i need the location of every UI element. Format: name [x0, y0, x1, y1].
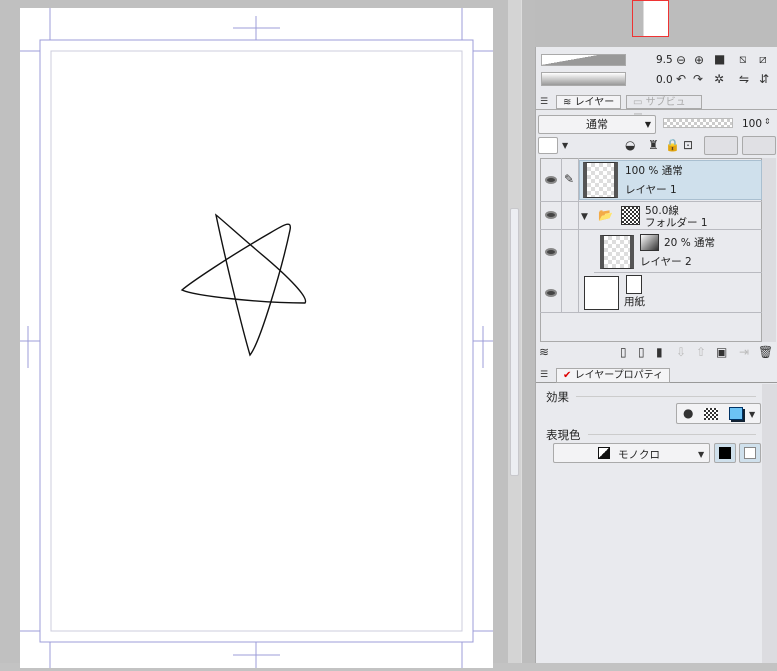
- expression-color-select[interactable]: モノクロ ▼: [553, 443, 710, 463]
- star-stroke: [180, 213, 307, 357]
- flip-vertical-icon[interactable]: ⇵: [759, 73, 769, 85]
- tab-layer[interactable]: ≋ レイヤー: [556, 95, 622, 109]
- actual-size-icon[interactable]: ⧄: [759, 53, 767, 65]
- rotation-value: 0.0: [656, 74, 673, 86]
- paper-icon: [626, 275, 642, 294]
- panel-divider[interactable]: [521, 0, 536, 663]
- zoom-value: 9.5: [656, 54, 673, 66]
- expression-color-label: 表現色: [546, 428, 581, 442]
- border-effect-icon[interactable]: ●: [683, 407, 693, 419]
- layer-stack-icon: ≋: [539, 345, 550, 359]
- visibility-eye-icon[interactable]: [545, 211, 557, 219]
- layer-opacity-mode: 20 % 通常: [664, 237, 716, 249]
- layer-list-scrollbar[interactable]: [762, 158, 776, 342]
- mask-button[interactable]: [704, 136, 738, 155]
- tone-icon: [621, 206, 640, 225]
- reset-rotation-icon[interactable]: ✲: [714, 73, 724, 85]
- opacity-slider[interactable]: [663, 118, 733, 128]
- canvas-drawing: [20, 8, 493, 668]
- navigator-preview[interactable]: [535, 0, 777, 47]
- tab-layer-label: レイヤー: [574, 97, 615, 108]
- rotation-slider[interactable]: [541, 72, 626, 86]
- scrollbar-thumb[interactable]: [510, 208, 519, 476]
- zoom-slider[interactable]: [541, 54, 626, 66]
- dropdown-icon[interactable]: ▼: [698, 449, 704, 461]
- effect-selector[interactable]: ● ▼: [676, 403, 761, 424]
- rotate-left-icon[interactable]: ↶: [676, 73, 686, 85]
- clip-icon[interactable]: ◒: [625, 139, 635, 151]
- gradient-map-icon: [640, 234, 659, 251]
- delete-layer-icon[interactable]: 🗑: [758, 346, 773, 358]
- merge-down-icon[interactable]: ⇧: [696, 346, 706, 358]
- tab-layer-property-label: レイヤープロパティ: [574, 370, 664, 381]
- reference-layer-icon[interactable]: ♜: [648, 139, 659, 151]
- layer-color-button[interactable]: [538, 137, 558, 154]
- opacity-spinner-icon[interactable]: ⇕: [764, 116, 771, 128]
- paper-thumbnail: [584, 276, 619, 310]
- effect-label: 効果: [546, 390, 569, 404]
- new-raster-layer-icon[interactable]: ▯: [620, 346, 627, 358]
- layer-name: レイヤー 2: [640, 256, 692, 268]
- blend-mode-select[interactable]: 通常 ▼: [538, 115, 656, 134]
- blend-mode-value: 通常: [586, 118, 608, 131]
- ruler-button[interactable]: [742, 136, 776, 155]
- layer-color-effect-icon[interactable]: [729, 407, 743, 420]
- canvas-page[interactable]: [20, 8, 493, 668]
- layer-name: レイヤー 1: [625, 184, 677, 196]
- new-folder-icon[interactable]: ▮: [656, 346, 663, 358]
- lock-transparency-icon[interactable]: ⊡: [683, 139, 693, 151]
- tab-layer-property[interactable]: ✔ レイヤープロパティ: [556, 368, 671, 383]
- paper-row[interactable]: [540, 273, 762, 313]
- layer-color-dropdown-icon[interactable]: ▼: [562, 140, 568, 152]
- mask-icon[interactable]: ▣: [716, 346, 727, 358]
- black-color-button[interactable]: [714, 443, 736, 463]
- expand-arrow-icon[interactable]: ▼: [581, 211, 588, 223]
- visibility-eye-icon[interactable]: [545, 176, 557, 184]
- folder-icon: 📂: [598, 208, 613, 222]
- visibility-eye-icon[interactable]: [545, 248, 557, 256]
- opacity-value: 100: [742, 118, 763, 130]
- apply-mask-icon[interactable]: ⇥: [739, 346, 749, 358]
- check-icon: ✔: [563, 370, 572, 381]
- tab-subview[interactable]: ▭ サブビュー: [626, 95, 702, 121]
- transfer-down-icon[interactable]: ⇩: [676, 346, 686, 358]
- crop-frame: [39, 39, 474, 643]
- new-vector-layer-icon[interactable]: ▯: [638, 346, 645, 358]
- fit-icon[interactable]: ■: [714, 53, 725, 65]
- panel-menu-icon[interactable]: ☰: [540, 96, 548, 108]
- flip-horizontal-icon[interactable]: ⇋: [739, 73, 749, 85]
- safe-frame: [50, 50, 463, 632]
- monochrome-icon: [598, 447, 610, 459]
- tone-effect-icon[interactable]: [704, 408, 718, 420]
- pen-editing-icon: ✎: [564, 172, 575, 186]
- property-tabbar: ☰ ✔ レイヤープロパティ: [536, 366, 777, 383]
- visibility-eye-icon[interactable]: [545, 289, 557, 297]
- property-scrollbar[interactable]: [762, 384, 777, 663]
- expression-color-value: モノクロ: [618, 449, 660, 461]
- layer-tabbar: ☰ ≋ レイヤー ▭ サブビュー: [536, 94, 777, 121]
- zoom-in-icon[interactable]: ⊕: [694, 54, 704, 66]
- lock-icon[interactable]: 🔒: [665, 139, 680, 151]
- panel-menu-icon[interactable]: ☰: [540, 369, 548, 381]
- layer-thumbnail: [583, 162, 618, 198]
- white-color-button[interactable]: [739, 443, 761, 463]
- fit-window-icon[interactable]: ⧅: [739, 53, 747, 65]
- layer-opacity-mode: 100 % 通常: [625, 165, 683, 177]
- rotate-right-icon[interactable]: ↷: [693, 73, 703, 85]
- dropdown-icon[interactable]: ▼: [749, 409, 755, 421]
- paper-name: 用紙: [624, 296, 645, 308]
- folder-name: フォルダー 1: [645, 217, 708, 229]
- zoom-out-icon[interactable]: ⊖: [676, 54, 686, 66]
- layer-thumbnail: [600, 235, 634, 269]
- navigator-viewport[interactable]: [632, 0, 669, 37]
